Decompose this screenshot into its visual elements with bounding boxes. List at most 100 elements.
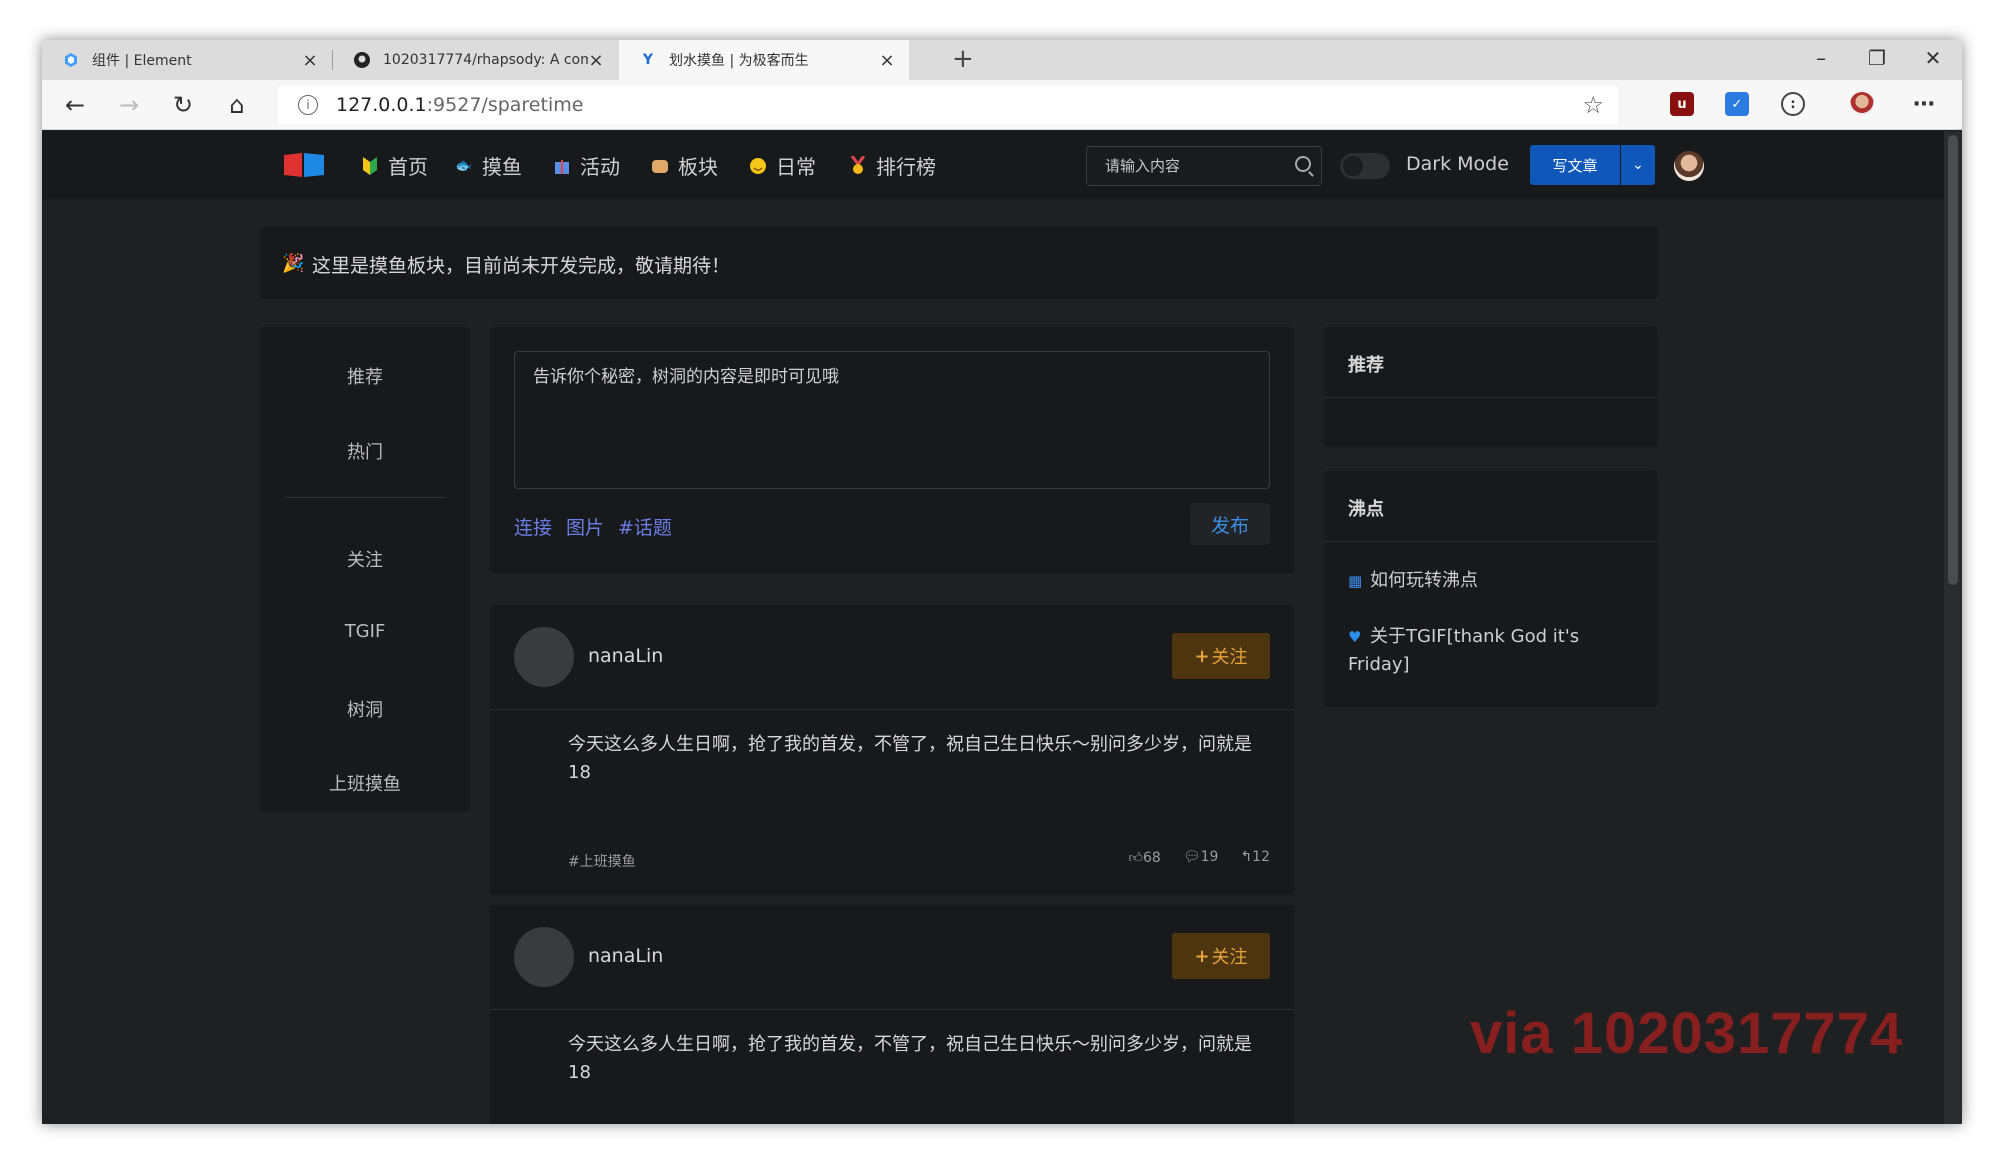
comment-button[interactable]: 💬︎19 <box>1183 849 1219 866</box>
leftnav-item-treehole[interactable]: 树洞 <box>260 696 470 722</box>
gift-icon <box>552 156 572 176</box>
ublock-icon[interactable]: u <box>1670 92 1694 116</box>
info-icon[interactable]: i <box>298 95 318 115</box>
nav-home[interactable]: 首页 <box>360 151 428 180</box>
scrollbar-thumb[interactable] <box>1948 135 1958 585</box>
url-text: 127.0.0.1:9527/sparetime <box>336 94 584 116</box>
like-button[interactable]: 👍︎68 <box>1128 849 1160 866</box>
element-icon <box>62 51 80 69</box>
reply-icon: ↰ <box>1240 849 1253 865</box>
divider <box>490 709 1294 710</box>
nav-ranking[interactable]: 排行榜 <box>848 151 936 180</box>
github-icon <box>353 51 371 69</box>
leftnav-item-follow[interactable]: 关注 <box>260 546 470 572</box>
url-field[interactable]: i 127.0.0.1:9527/sparetime ☆ <box>278 86 1618 124</box>
link-button[interactable]: 连接 <box>514 513 552 540</box>
dark-mode-toggle[interactable] <box>1340 153 1390 179</box>
more-menu-icon[interactable]: ⋯ <box>1912 92 1936 117</box>
leftnav-item-tgif[interactable]: TGIF <box>260 621 470 642</box>
avatar[interactable] <box>514 927 574 987</box>
post-topic-tag[interactable]: #上班摸鱼 <box>568 851 636 871</box>
site-icon: Y <box>642 52 654 68</box>
nav-board[interactable]: 板块 <box>650 151 718 180</box>
left-nav: 推荐 热门 关注 TGIF 树洞 上班摸鱼 <box>260 327 470 812</box>
calendar-icon: ▦ <box>1348 572 1363 590</box>
leftnav-item-hot[interactable]: 热门 <box>260 438 470 464</box>
post-text: 今天这么多人生日啊，抢了我的首发，不管了，祝自己生日快乐～别问多少岁，问就是18 <box>568 734 1252 783</box>
forward-button[interactable]: → <box>112 88 146 122</box>
follow-button[interactable]: + 关注 <box>1172 633 1270 679</box>
nav-activity[interactable]: 活动 <box>552 151 620 180</box>
medal-icon <box>848 155 868 176</box>
post-card: nanaLin + 关注 今天这么多人生日啊，抢了我的首发，不管了，祝自己生日快乐… <box>490 905 1294 1124</box>
page-content: 首页 🐟摸鱼 活动 板块 日常 排行榜 Dark Mode 写文章 ⌄ 🎉 这里… <box>42 131 1962 1124</box>
profile-avatar[interactable] <box>1850 92 1874 116</box>
divider <box>1324 541 1658 542</box>
divider <box>1324 397 1658 398</box>
tab-title: 组件 | Element <box>92 53 192 69</box>
toggle-knob <box>1343 156 1363 176</box>
browser-window: 组件 | Element × 1020317774/rhapsody: A co… <box>42 40 1962 1124</box>
close-icon[interactable]: × <box>302 50 318 71</box>
party-popper-icon: 🎉 <box>282 253 305 274</box>
heart-icon: ♥ <box>1348 628 1362 646</box>
close-icon[interactable]: × <box>879 50 895 71</box>
author-name[interactable]: nanaLin <box>588 645 663 667</box>
post-card: nanaLin + 关注 今天这么多人生日啊，抢了我的首发，不管了，祝自己生日快乐… <box>490 605 1294 895</box>
divider <box>490 1009 1294 1010</box>
plus-icon: + <box>1194 645 1210 667</box>
panel-title: 推荐 <box>1348 355 1384 376</box>
window-close-button[interactable]: ✕ <box>1918 46 1948 70</box>
hot-item[interactable]: ▦ 如何玩转沸点 <box>1348 567 1638 595</box>
extension-icon[interactable]: ✓ <box>1725 92 1749 116</box>
tab-element[interactable]: 组件 | Element × <box>42 40 332 80</box>
publish-button[interactable]: 发布 <box>1190 503 1270 545</box>
home-button[interactable]: ⌂ <box>220 88 254 122</box>
avatar[interactable] <box>1674 151 1704 181</box>
composer-input[interactable] <box>514 351 1270 489</box>
leftnav-item-recommend[interactable]: 推荐 <box>260 363 470 389</box>
nav-daily[interactable]: 日常 <box>748 151 816 180</box>
smile-icon <box>748 156 768 176</box>
logo[interactable] <box>282 151 326 179</box>
notice-text: 这里是摸鱼板块，目前尚未开发完成，敬请期待！ <box>312 255 731 277</box>
star-icon[interactable]: ☆ <box>1582 91 1604 119</box>
bread-icon <box>650 156 670 176</box>
divider <box>285 497 445 498</box>
write-article-button[interactable]: 写文章 <box>1530 145 1620 185</box>
tab-title: 1020317774/rhapsody: A comm <box>383 52 588 68</box>
site-header: 首页 🐟摸鱼 活动 板块 日常 排行榜 Dark Mode 写文章 ⌄ <box>42 131 1944 199</box>
search-input[interactable] <box>1087 147 1287 185</box>
panel-title: 沸点 <box>1348 499 1384 520</box>
topic-button[interactable]: #话题 <box>618 513 672 540</box>
share-button[interactable]: ↰12 <box>1240 849 1270 866</box>
emoji-extension-icon[interactable]: : <box>1781 92 1805 116</box>
reload-button[interactable]: ↻ <box>166 88 200 122</box>
tab-github[interactable]: 1020317774/rhapsody: A comm × <box>333 40 618 80</box>
hot-item[interactable]: ♥ 关于TGIF[thank God it's Friday] <box>1348 623 1638 679</box>
author-name[interactable]: nanaLin <box>588 945 663 967</box>
comment-icon: 💬︎ <box>1182 849 1201 865</box>
beginner-icon <box>360 156 380 176</box>
leftnav-item-work-fish[interactable]: 上班摸鱼 <box>260 770 470 796</box>
thumbs-up-icon: 👍︎ <box>1128 850 1143 866</box>
close-icon[interactable]: × <box>588 50 604 71</box>
restore-button[interactable]: ❐ <box>1862 46 1892 70</box>
nav-fish[interactable]: 🐟 摸鱼 <box>454 151 522 180</box>
follow-button[interactable]: + 关注 <box>1172 933 1270 979</box>
address-bar-row: ← → ↻ ⌂ i 127.0.0.1:9527/sparetime ☆ u ✓… <box>42 80 1962 130</box>
dark-mode-label: Dark Mode <box>1406 153 1509 175</box>
minimize-button[interactable]: – <box>1806 46 1836 70</box>
back-button[interactable]: ← <box>58 88 92 122</box>
new-tab-button[interactable]: + <box>952 44 974 74</box>
avatar[interactable] <box>514 627 574 687</box>
image-button[interactable]: 图片 <box>566 513 604 540</box>
notice-banner: 🎉 这里是摸鱼板块，目前尚未开发完成，敬请期待！ <box>260 227 1658 299</box>
search-icon[interactable] <box>1295 156 1311 172</box>
scrollbar[interactable] <box>1944 131 1962 1124</box>
tab-active[interactable]: Y 划水摸鱼 | 为极客而生 × <box>619 40 909 80</box>
tab-strip: 组件 | Element × 1020317774/rhapsody: A co… <box>42 40 1962 80</box>
fish-icon: 🐟 <box>455 157 473 174</box>
post-text: 今天这么多人生日啊，抢了我的首发，不管了，祝自己生日快乐～别问多少岁，问就是18 <box>568 1034 1252 1083</box>
chevron-down-icon[interactable]: ⌄ <box>1621 145 1655 185</box>
